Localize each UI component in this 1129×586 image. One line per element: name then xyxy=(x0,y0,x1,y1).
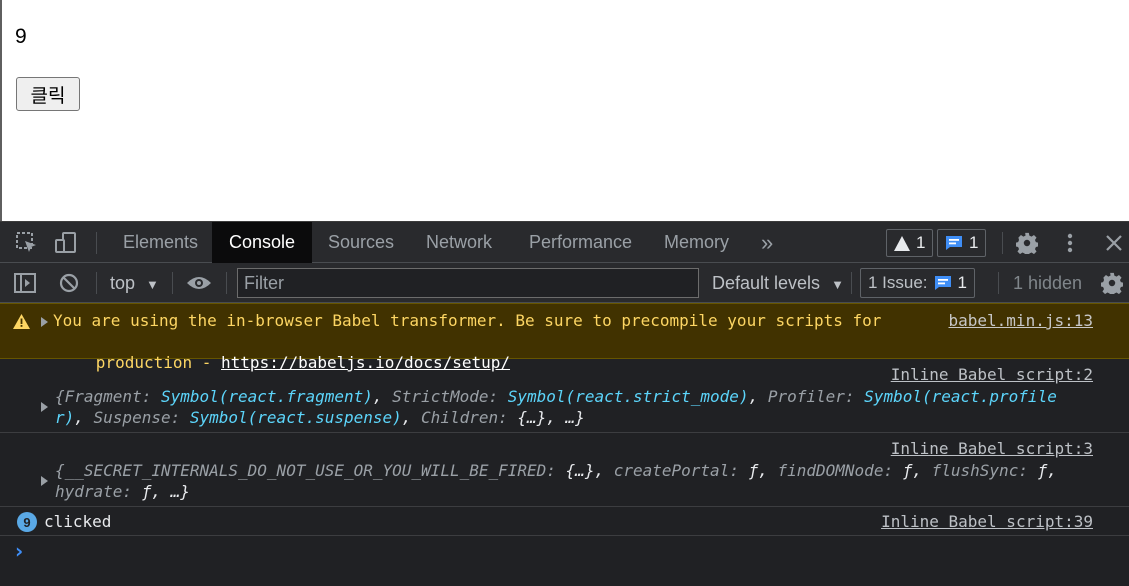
preview-token: ƒ, xyxy=(748,461,778,480)
preview-token: {…}, xyxy=(565,461,614,480)
preview-token: ƒ, xyxy=(1037,461,1057,480)
context-label: top xyxy=(110,273,136,293)
preview-token: hydrate: xyxy=(55,482,142,501)
counter-value: 9 xyxy=(15,25,27,48)
dropdown-arrow-icon: ▼ xyxy=(146,277,159,292)
console-toolbar: top ▼ Filter Default levels ▼ 1 Issue: 1… xyxy=(0,263,1129,303)
preview-token: ƒ, xyxy=(902,461,932,480)
preview-token: Symbol(react.strict_mode) xyxy=(507,387,749,406)
preview-token: Suspense: xyxy=(93,408,190,427)
warning-text: You are using the in-browser Babel trans… xyxy=(53,311,882,330)
preview-token: r) xyxy=(55,408,75,427)
expand-triangle-icon[interactable] xyxy=(41,402,48,412)
preview-token: , xyxy=(748,387,768,406)
preview-token: Symbol(react.fragment) xyxy=(160,387,373,406)
console-settings-icon[interactable] xyxy=(1100,272,1124,294)
preview-token: {Fragment: xyxy=(55,387,161,406)
issues-count: 1 xyxy=(957,273,968,292)
warnings-count: 1 xyxy=(916,233,926,252)
preview-token: ƒ, …} xyxy=(141,482,190,501)
hidden-messages-count: 1 hidden xyxy=(1013,273,1083,293)
log-levels-label: Default levels xyxy=(712,273,821,293)
kebab-menu-icon[interactable] xyxy=(1060,231,1080,255)
live-expression-eye-icon[interactable] xyxy=(186,272,212,294)
filter-input[interactable]: Filter xyxy=(237,268,699,298)
close-icon[interactable] xyxy=(1103,232,1125,254)
messages-count: 1 xyxy=(969,233,979,252)
dropdown-arrow-icon: ▼ xyxy=(831,277,844,292)
warning-triangle-icon xyxy=(894,235,910,251)
settings-icon[interactable] xyxy=(1015,231,1039,255)
issues-button[interactable]: 1 Issue: 1 xyxy=(860,268,976,298)
preview-token: , xyxy=(401,408,422,427)
preview-token: , xyxy=(372,387,393,406)
tab-console[interactable]: Console xyxy=(212,222,313,263)
console-warning-message: You are using the in-browser Babel trans… xyxy=(0,303,1129,372)
divider xyxy=(1002,232,1003,254)
preview-token: Symbol(react.suspense) xyxy=(189,408,402,427)
object-preview: r), Suspense: Symbol(react.suspense), Ch… xyxy=(55,408,585,427)
source-link[interactable]: Inline Babel script:39 xyxy=(881,512,1093,531)
divider xyxy=(226,272,227,294)
source-link[interactable]: Inline Babel script:3 xyxy=(891,439,1093,458)
console-log-message: 9 clicked Inline Babel script:39 xyxy=(0,507,1129,536)
preview-token: Children: xyxy=(421,408,518,427)
object-preview: {__SECRET_INTERNALS_DO_NOT_USE_OR_YOU_WI… xyxy=(55,461,1057,480)
tab-performance[interactable]: Performance xyxy=(512,222,649,263)
preview-token: findDOMNode: xyxy=(777,461,903,480)
source-link[interactable]: Inline Babel script:2 xyxy=(891,365,1093,384)
preview-token: StrictMode: xyxy=(392,387,508,406)
devtools-panel: Elements Console Sources Network Perform… xyxy=(0,221,1129,586)
preview-token: {__SECRET_INTERNALS_DO_NOT_USE_OR_YOU_WI… xyxy=(55,461,566,480)
object-preview: hydrate: ƒ, …} xyxy=(55,482,190,501)
preview-token: Profiler: xyxy=(767,387,865,406)
preview-token: Symbol(react.profile xyxy=(864,387,1057,406)
console-log-message: Inline Babel script:2 {Fragment: Symbol(… xyxy=(0,359,1129,433)
issues-label: 1 Issue: xyxy=(868,273,928,292)
device-toolbar-icon[interactable] xyxy=(53,231,79,255)
source-link[interactable]: babel.min.js:13 xyxy=(949,311,1094,330)
warning-triangle-icon xyxy=(12,313,30,329)
tab-network[interactable]: Network xyxy=(409,222,509,263)
object-preview: {Fragment: Symbol(react.fragment), Stric… xyxy=(55,387,1057,406)
devtools-tabbar: Elements Console Sources Network Perform… xyxy=(0,221,1129,263)
preview-token: {…}, …} xyxy=(517,408,585,427)
log-levels-dropdown[interactable]: Default levels ▼ xyxy=(712,263,844,303)
divider xyxy=(96,232,97,254)
inspect-element-icon[interactable] xyxy=(14,231,40,255)
context-selector[interactable]: top ▼ xyxy=(110,263,159,303)
preview-token: , xyxy=(74,408,94,427)
page-content: 9 클릭 xyxy=(0,0,1129,221)
tab-memory[interactable]: Memory xyxy=(647,222,746,263)
tab-elements[interactable]: Elements xyxy=(106,222,215,263)
expand-triangle-icon[interactable] xyxy=(41,317,48,327)
divider xyxy=(998,272,999,294)
message-icon xyxy=(934,276,951,290)
preview-token: createPortal: xyxy=(613,461,749,480)
more-tabs-button[interactable]: » xyxy=(744,222,790,263)
divider xyxy=(851,272,852,294)
repeat-count-badge: 9 xyxy=(17,512,37,532)
console-prompt-icon[interactable]: › xyxy=(15,539,23,563)
message-icon xyxy=(946,236,962,250)
log-text: clicked xyxy=(44,512,112,531)
tab-sources[interactable]: Sources xyxy=(311,222,411,263)
click-button[interactable]: 클릭 xyxy=(16,77,80,111)
console-log-message: Inline Babel script:3 {__SECRET_INTERNAL… xyxy=(0,433,1129,507)
preview-token: flushSync: xyxy=(931,461,1038,480)
sidebar-toggle-icon[interactable] xyxy=(13,272,37,294)
divider xyxy=(96,272,97,294)
expand-triangle-icon[interactable] xyxy=(41,476,48,486)
warnings-badge[interactable]: 1 xyxy=(886,229,934,257)
clear-console-icon[interactable] xyxy=(57,272,81,294)
messages-badge[interactable]: 1 xyxy=(937,229,987,257)
divider xyxy=(172,272,173,294)
